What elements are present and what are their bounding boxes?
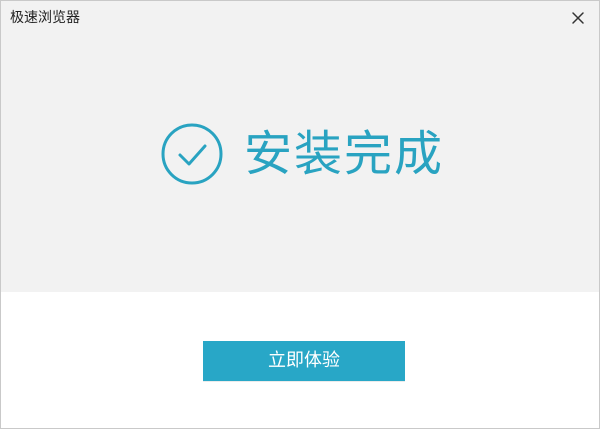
installer-window: 极速浏览器 安装完成 立即体验 bbox=[0, 0, 600, 429]
close-icon bbox=[572, 12, 584, 24]
experience-now-button[interactable]: 立即体验 bbox=[203, 341, 405, 381]
window-title: 极速浏览器 bbox=[10, 10, 80, 26]
check-circle-icon bbox=[160, 122, 224, 186]
install-complete-text: 安装完成 bbox=[244, 126, 445, 182]
top-panel: 极速浏览器 安装完成 bbox=[1, 1, 599, 292]
install-status: 安装完成 bbox=[160, 122, 444, 186]
close-button[interactable] bbox=[569, 9, 587, 27]
